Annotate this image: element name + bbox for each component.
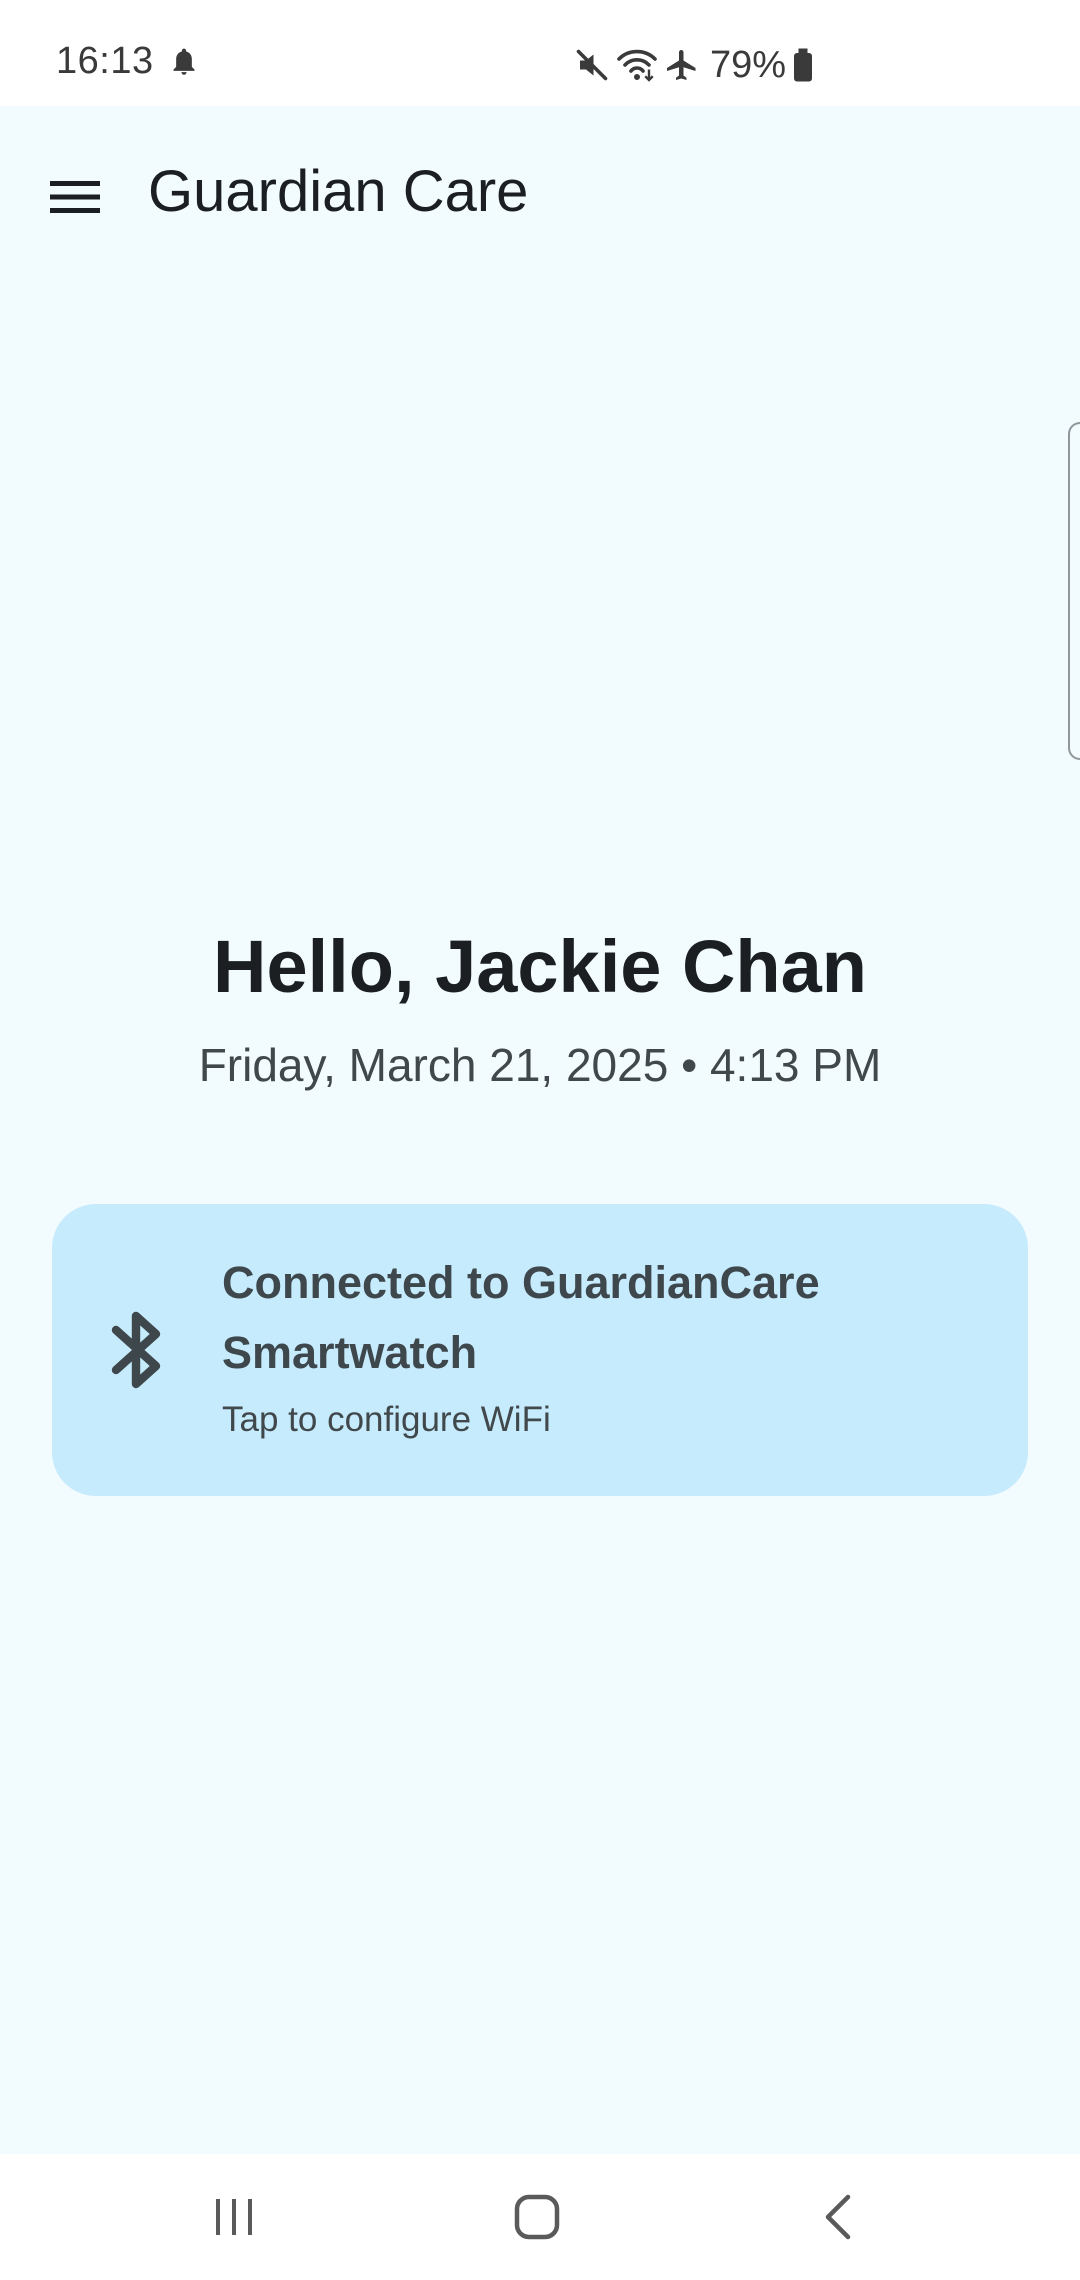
recent-apps-icon[interactable] — [194, 2184, 274, 2250]
drawer-handle[interactable] — [1068, 422, 1080, 760]
wifi-icon — [616, 47, 658, 83]
greeting-heading: Hello, Jackie Chan — [213, 925, 867, 1008]
status-bar: 16:13 79% — [0, 0, 1080, 106]
mute-icon — [574, 47, 610, 83]
battery-percentage: 79% — [709, 43, 786, 86]
top-app-bar: Guardian Care — [0, 106, 1080, 274]
notification-bell-icon — [168, 46, 200, 80]
system-navigation-bar — [0, 2154, 1080, 2280]
page-title: Guardian Care — [148, 159, 529, 224]
battery-icon — [792, 47, 814, 83]
configure-wifi-hint: Tap to configure WiFi — [222, 1400, 551, 1439]
status-time: 16:13 — [56, 40, 154, 82]
bluetooth-icon — [108, 1310, 164, 1390]
current-datetime: Friday, March 21, 2025 • 4:13 PM — [198, 1039, 882, 1091]
connection-status-title: Connected to GuardianCare Smartwatch — [222, 1257, 820, 1378]
device-connection-card[interactable]: Connected to GuardianCare Smartwatch Tap… — [52, 1204, 1028, 1496]
app-screen: Guardian Care Hello, Jackie Chan Friday,… — [0, 106, 1080, 2154]
status-icons: 79% — [574, 40, 814, 90]
airplane-icon — [664, 47, 700, 83]
home-icon[interactable] — [497, 2184, 577, 2250]
hamburger-menu-icon[interactable] — [44, 166, 106, 228]
back-icon[interactable] — [798, 2184, 878, 2250]
